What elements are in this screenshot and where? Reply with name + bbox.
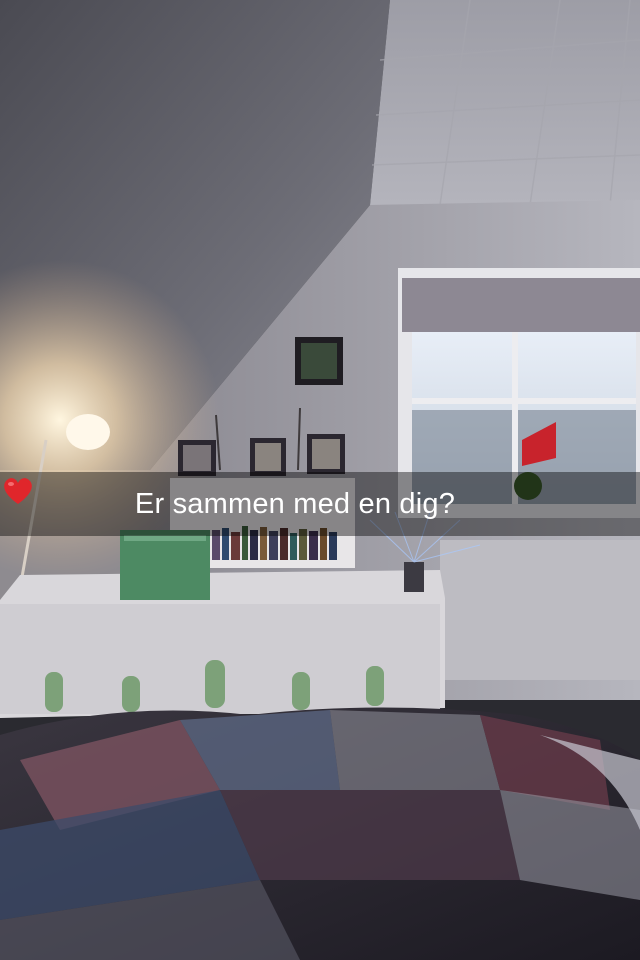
red-heart-icon [4, 478, 505, 522]
caption-text: Er sammen med en dig? [134, 487, 456, 520]
caption-bar: Er sammen med en dig? [0, 472, 640, 536]
snapchat-photo: Er sammen med en dig? [0, 0, 640, 960]
